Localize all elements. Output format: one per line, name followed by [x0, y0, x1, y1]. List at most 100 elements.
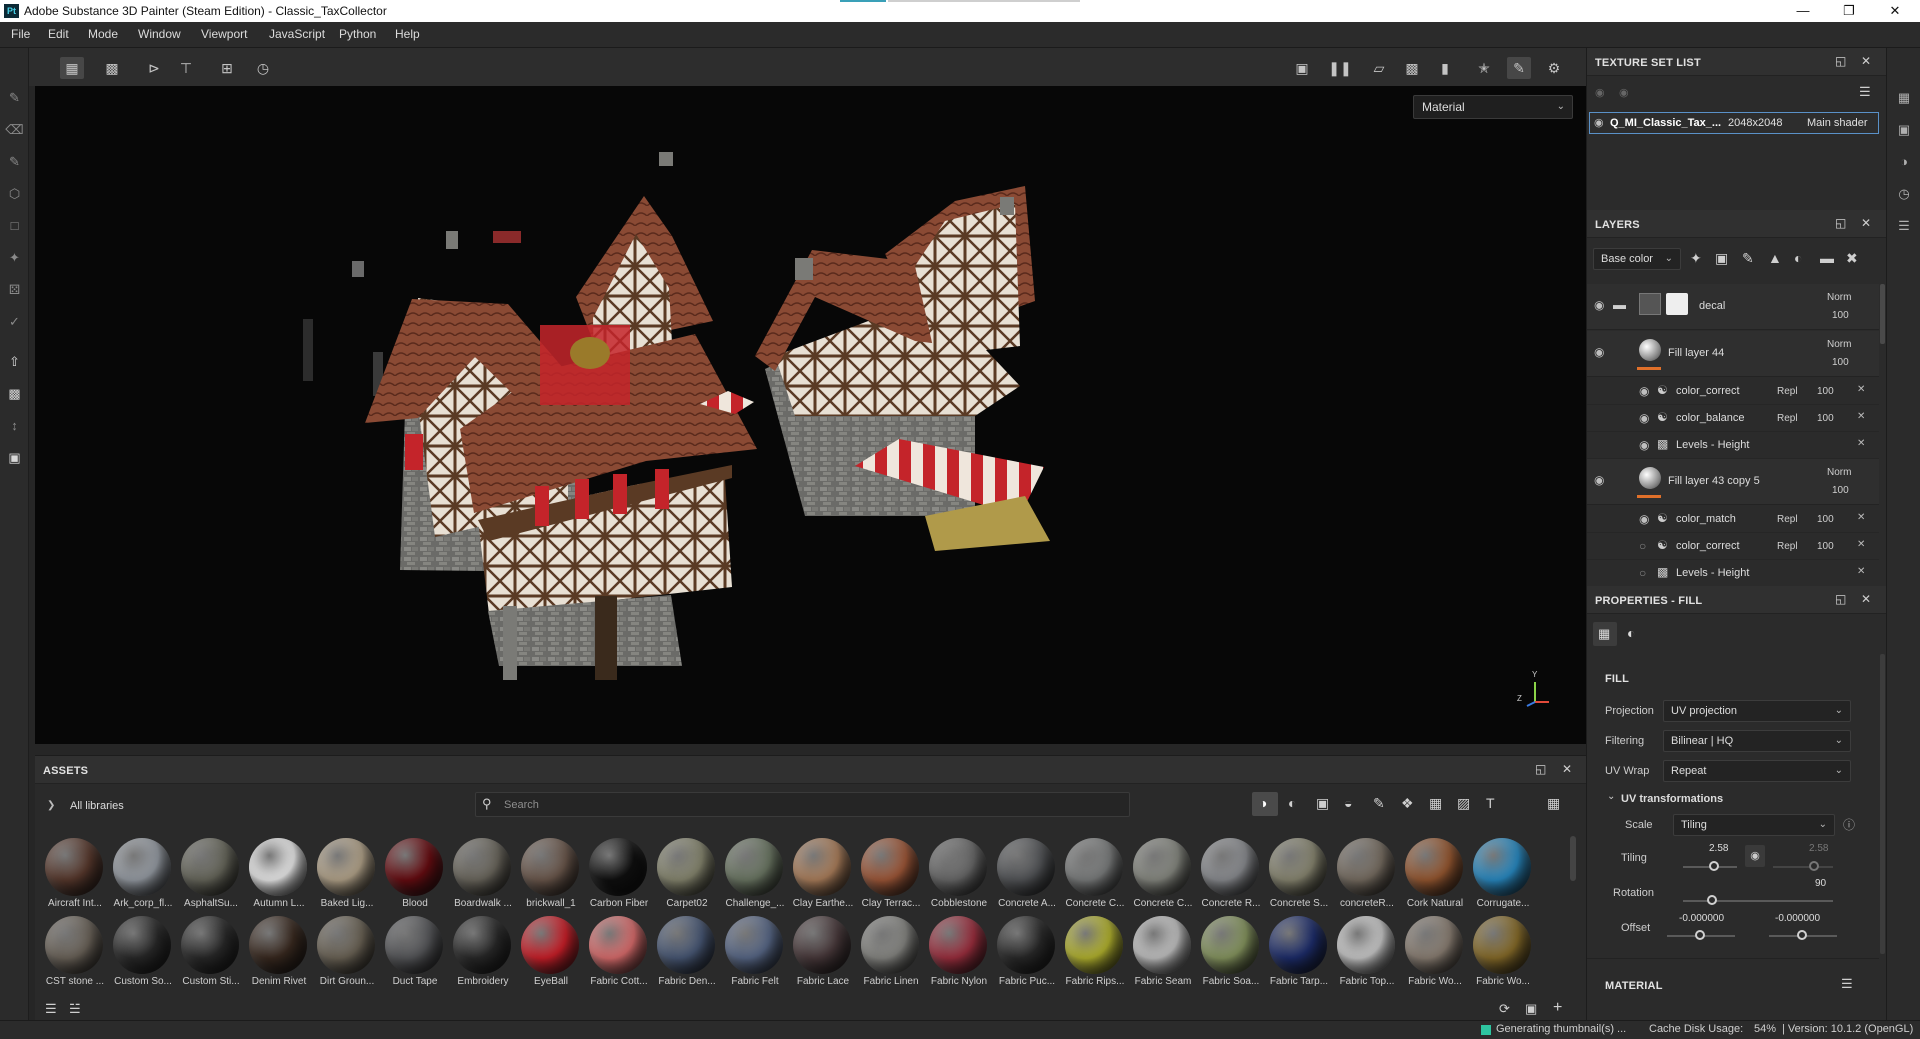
layer-row[interactable]: ◉ Fill layer 43 copy 5 Norm 100	[1587, 459, 1879, 505]
material-tab-icon[interactable]: ◐	[1627, 625, 1635, 641]
asset-thumbnail[interactable]: Cobblestone	[925, 838, 991, 916]
asset-search[interactable]: ⚲ Search	[475, 792, 1130, 817]
asset-thumbnail[interactable]: concreteR...	[1333, 838, 1399, 916]
asset-thumbnail[interactable]: Fabric Felt	[721, 916, 787, 994]
eye-icon[interactable]: ◉	[1594, 116, 1604, 129]
tree-view-icon[interactable]: ☱	[69, 1001, 81, 1017]
close-icon[interactable]: ✕	[1857, 539, 1865, 550]
menu-help[interactable]: Help	[395, 27, 420, 41]
asset-thumbnail[interactable]: Duct Tape	[381, 916, 447, 994]
hide-icon[interactable]: ▣	[1290, 57, 1314, 79]
search-input[interactable]: Search	[504, 799, 539, 811]
menu-file[interactable]: File	[11, 27, 30, 41]
layer-blend[interactable]: Norm	[1827, 339, 1851, 350]
effect-opacity[interactable]: 100	[1817, 413, 1834, 424]
screenshot-icon[interactable]: ⚙	[1542, 57, 1566, 79]
measure-icon[interactable]: ↕	[5, 416, 24, 435]
restore-icon[interactable]: ❐	[1826, 0, 1872, 22]
texture-filter-icon[interactable]: ▦	[1429, 795, 1442, 812]
eye-icon[interactable]: ◉	[1639, 384, 1649, 398]
texture-set-icon[interactable]: ▦	[1896, 90, 1912, 106]
asset-thumbnail[interactable]: Fabric Nylon	[925, 916, 991, 994]
add-smart-material-icon[interactable]: ◐	[1794, 250, 1802, 266]
geometry-mask-icon[interactable]: ⬡	[5, 184, 24, 203]
close-icon[interactable]: ✕	[1857, 411, 1865, 422]
asset-thumbnail[interactable]: Autumn L...	[245, 838, 311, 916]
asset-thumbnail[interactable]: Fabric Linen	[857, 916, 923, 994]
channel-select[interactable]: Base color ⌄	[1593, 248, 1681, 270]
asset-thumbnail[interactable]: Fabric Top...	[1333, 916, 1399, 994]
add-fill-layer-icon[interactable]: ▲	[1768, 250, 1782, 266]
asset-thumbnail[interactable]: Fabric Puc...	[993, 916, 1059, 994]
slider-knob[interactable]	[1695, 930, 1705, 940]
eraser-icon[interactable]: ⌫	[5, 120, 24, 139]
slider-knob[interactable]	[1797, 930, 1807, 940]
camera-icon[interactable]: ▮	[1433, 57, 1457, 79]
paint-mode-icon[interactable]: ✎	[1507, 57, 1531, 79]
offset-v-value[interactable]: -0.000000	[1775, 913, 1820, 924]
effect-row[interactable]: ◉ ▩ Levels - Height ✕	[1587, 432, 1879, 459]
uv-transformations-title[interactable]: UV transformations	[1621, 793, 1723, 805]
asset-thumbnail[interactable]: Aircraft Int...	[41, 838, 107, 916]
asset-thumbnail[interactable]: Baked Lig...	[313, 838, 379, 916]
delete-layer-icon[interactable]: ✖	[1846, 250, 1858, 267]
tiling-v-slider[interactable]	[1773, 866, 1833, 868]
asset-thumbnail[interactable]: Ark_corp_fl...	[109, 838, 175, 916]
asset-thumbnail[interactable]: Fabric Wo...	[1469, 916, 1535, 994]
paint-brush-icon[interactable]: ✎	[5, 88, 24, 107]
projection-select[interactable]: UV projection ⌄	[1663, 700, 1851, 722]
close-icon[interactable]: ✕	[1562, 762, 1572, 776]
history-icon[interactable]: ◷	[251, 57, 275, 79]
effect-blend[interactable]: Repl	[1777, 386, 1798, 397]
generator-filter-icon[interactable]: ◒	[1344, 795, 1352, 811]
scrollbar[interactable]	[1880, 654, 1885, 954]
eye-off-icon[interactable]: ○	[1639, 539, 1646, 553]
asset-thumbnail[interactable]: Corrugate...	[1469, 838, 1535, 916]
visibility-icon[interactable]: ◉	[1619, 86, 1629, 99]
add-paint-layer-icon[interactable]: ✎	[1742, 250, 1754, 267]
effect-row[interactable]: ◉ ☯ color_balance Repl 100 ✕	[1587, 405, 1879, 432]
asset-thumbnail[interactable]: Challenge_...	[721, 838, 787, 916]
font-filter-icon[interactable]: T	[1486, 795, 1495, 811]
layer-opacity[interactable]: 100	[1832, 310, 1849, 321]
layer-opacity[interactable]: 100	[1832, 357, 1849, 368]
offset-u-value[interactable]: -0.000000	[1679, 913, 1724, 924]
eye-icon[interactable]: ◉	[1639, 512, 1649, 526]
close-icon[interactable]: ✕	[1857, 438, 1865, 449]
shader-settings-icon[interactable]: ◑	[1896, 154, 1912, 170]
screenshot-tool-icon[interactable]: ▣	[5, 448, 24, 467]
uvwrap-select[interactable]: Repeat ⌄	[1663, 760, 1851, 782]
asset-thumbnail[interactable]: Concrete A...	[993, 838, 1059, 916]
smart-material-icon[interactable]: ◐	[1288, 795, 1296, 811]
cube-view-icon[interactable]: ▩	[1400, 57, 1424, 79]
asset-thumbnail[interactable]: CST stone ...	[41, 916, 107, 994]
projection-icon[interactable]: ✎	[5, 152, 24, 171]
3d-viewport[interactable]: Material ⌄ Y Z	[35, 86, 1586, 744]
asset-thumbnail[interactable]: Concrete C...	[1129, 838, 1195, 916]
texture-set-row[interactable]: ◉ Q_MI_Classic_Tax_... 2048x2048 Main sh…	[1589, 112, 1879, 134]
asset-thumbnail[interactable]: Concrete S...	[1265, 838, 1331, 916]
smudge-icon[interactable]: ✦	[5, 248, 24, 267]
refresh-icon[interactable]: ⟳	[1499, 1001, 1510, 1017]
rotation-value[interactable]: 90	[1815, 878, 1826, 889]
color-picker-icon[interactable]: ✓	[5, 312, 24, 331]
tiling-u-value[interactable]: 2.58	[1709, 843, 1728, 854]
asset-thumbnail[interactable]: Fabric Soa...	[1197, 916, 1263, 994]
close-icon[interactable]: ✕	[1857, 384, 1865, 395]
menu-edit[interactable]: Edit	[48, 27, 69, 41]
polygon-fill-icon[interactable]: □	[5, 216, 24, 235]
asset-thumbnail[interactable]: Fabric Cott...	[585, 916, 651, 994]
scale-select[interactable]: Tiling ⌄	[1673, 814, 1835, 836]
environment-filter-icon[interactable]: ▨	[1457, 795, 1470, 812]
library-breadcrumb[interactable]: All libraries	[70, 800, 124, 812]
chevron-right-icon[interactable]: ❯	[47, 800, 55, 811]
asset-thumbnail[interactable]: Boardwalk ...	[449, 838, 515, 916]
eye-icon[interactable]: ◉	[1639, 438, 1649, 452]
asset-thumbnail[interactable]: Concrete R...	[1197, 838, 1263, 916]
chevron-down-icon[interactable]: ⌄	[1607, 791, 1615, 802]
menu-window[interactable]: Window	[138, 27, 181, 41]
close-icon[interactable]: ✕	[1861, 216, 1871, 230]
asset-thumbnail[interactable]: Custom Sti...	[177, 916, 243, 994]
asset-thumbnail[interactable]: Dirt Groun...	[313, 916, 379, 994]
menu-python[interactable]: Python	[339, 27, 376, 41]
